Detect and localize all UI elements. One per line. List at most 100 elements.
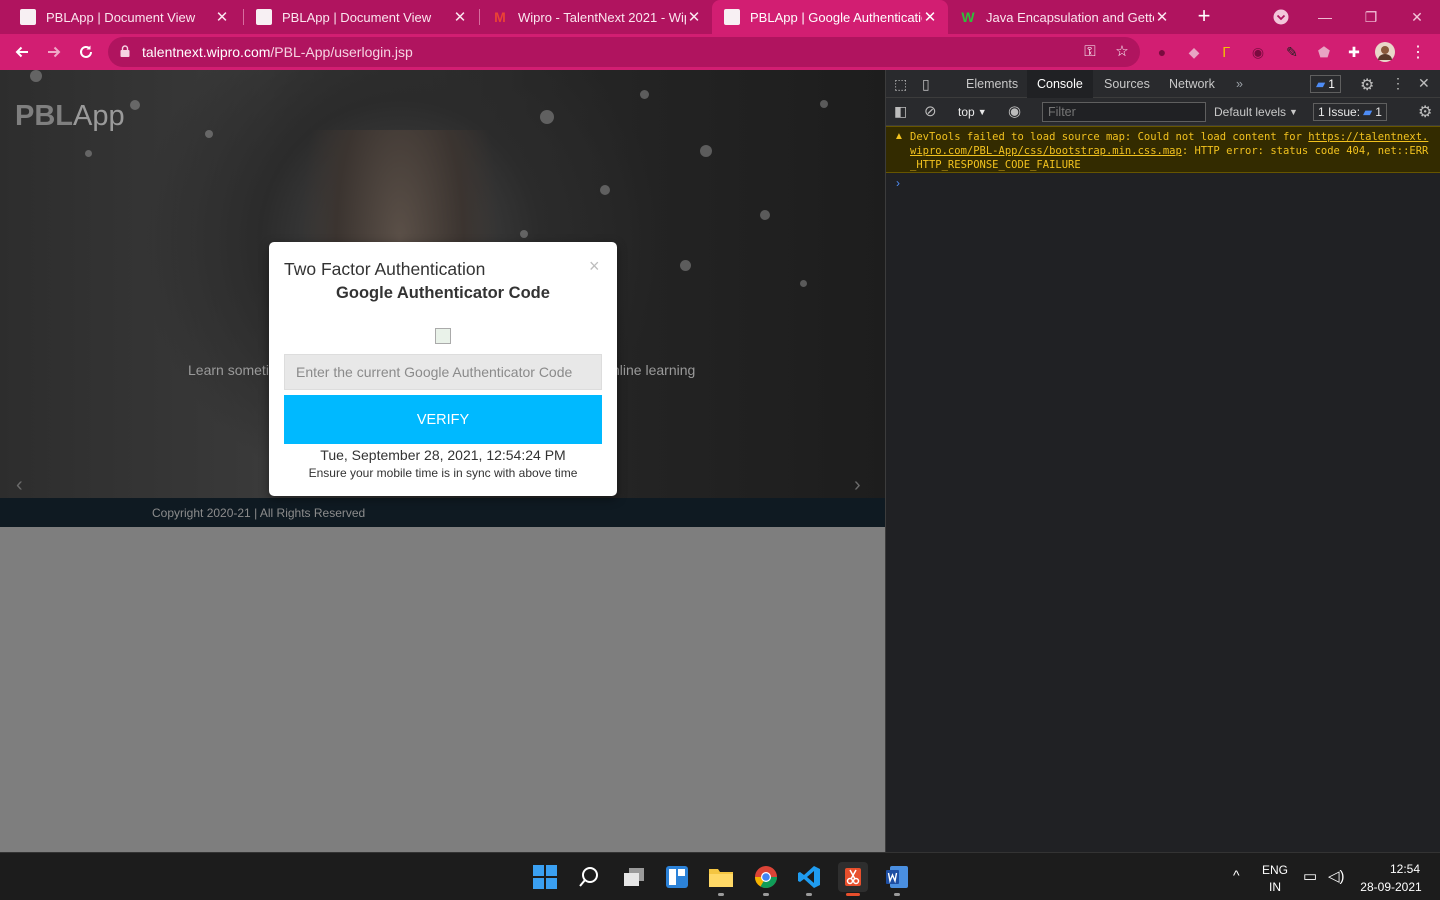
vscode-icon bbox=[798, 866, 820, 888]
console-prompt[interactable]: › bbox=[896, 176, 900, 190]
console-warning-message: ▲ DevTools failed to load source map: Co… bbox=[886, 126, 1440, 173]
running-indicator bbox=[894, 893, 900, 896]
chrome-button[interactable] bbox=[752, 863, 780, 891]
word-button[interactable] bbox=[883, 863, 911, 891]
device-toolbar-icon[interactable]: ▯ bbox=[922, 76, 930, 93]
dropdown-arrow-icon: ▼ bbox=[977, 107, 987, 117]
more-tabs-icon[interactable]: » bbox=[1226, 70, 1253, 98]
verify-button[interactable]: VERIFY bbox=[284, 395, 602, 444]
issues-counter[interactable]: 1 Issue: ▰ 1 bbox=[1313, 103, 1387, 121]
browser-tab[interactable]: M Wipro - TalentNext 2021 - Wipro ✕ bbox=[480, 0, 712, 34]
extension-icon[interactable]: ◉ bbox=[1248, 42, 1268, 62]
console-settings-icon[interactable]: ⚙ bbox=[1418, 102, 1432, 122]
windows-logo-icon bbox=[533, 865, 557, 889]
network-icon[interactable]: ▭ bbox=[1303, 867, 1317, 885]
tab-sources[interactable]: Sources bbox=[1094, 70, 1160, 98]
arrow-right-icon bbox=[48, 46, 61, 58]
close-tab-icon[interactable]: ✕ bbox=[922, 8, 938, 26]
console-filter-input[interactable] bbox=[1042, 102, 1206, 122]
browser-tab[interactable]: PBLApp | Document View ✕ bbox=[8, 0, 240, 34]
minimize-button[interactable]: — bbox=[1302, 0, 1348, 34]
modal-title: Two Factor Authentication bbox=[284, 259, 486, 279]
key-icon[interactable]: ⚿ bbox=[1080, 42, 1100, 62]
tab-console[interactable]: Console bbox=[1027, 70, 1093, 98]
forward-button[interactable] bbox=[42, 40, 66, 64]
lock-icon[interactable] bbox=[120, 45, 130, 57]
browser-tab[interactable]: W Java Encapsulation and Getters and ✕ bbox=[948, 0, 1180, 34]
close-tab-icon[interactable]: ✕ bbox=[1154, 8, 1170, 26]
inspect-element-icon[interactable]: ⬚ bbox=[894, 76, 907, 93]
start-button[interactable] bbox=[531, 863, 559, 891]
extension-icon[interactable]: ⬟ bbox=[1314, 42, 1334, 62]
widgets-button[interactable] bbox=[663, 863, 691, 891]
language-indicator[interactable]: ENG IN bbox=[1260, 863, 1290, 894]
clock[interactable]: 12:54 28-09-2021 bbox=[1358, 862, 1424, 894]
search-icon bbox=[579, 867, 598, 887]
tab-strip: PBLApp | Document View ✕ PBLApp | Docume… bbox=[0, 0, 1440, 34]
close-icon[interactable]: × bbox=[589, 256, 600, 277]
context-selector[interactable]: top ▼ bbox=[958, 103, 987, 121]
close-tab-icon[interactable]: ✕ bbox=[214, 8, 230, 26]
sidebar-toggle-icon[interactable]: ◧ bbox=[894, 103, 907, 120]
tab-elements[interactable]: Elements bbox=[956, 70, 1028, 98]
extension-icon[interactable]: ◆ bbox=[1184, 42, 1204, 62]
devtools-tab-bar: ⬚ ▯ Elements Console Sources Network » ▰… bbox=[886, 70, 1440, 98]
settings-gear-icon[interactable]: ⚙ bbox=[1360, 75, 1374, 95]
authenticator-code-input[interactable] bbox=[284, 354, 602, 390]
chrome-icon bbox=[755, 866, 777, 888]
back-button[interactable] bbox=[10, 40, 34, 64]
kebab-menu-icon[interactable]: ⋮ bbox=[1408, 42, 1428, 62]
log-levels-dropdown[interactable]: Default levels ▼ bbox=[1214, 103, 1298, 121]
kebab-menu-icon[interactable]: ⋮ bbox=[1391, 75, 1405, 92]
url-text[interactable]: talentnext.wipro.com/PBL-App/userlogin.j… bbox=[142, 44, 413, 60]
search-button[interactable] bbox=[575, 863, 603, 891]
brand-logo[interactable]: PBLApp bbox=[15, 100, 125, 133]
restore-button[interactable]: ❐ bbox=[1348, 0, 1394, 34]
close-tab-icon[interactable]: ✕ bbox=[686, 8, 702, 26]
tab-title: PBLApp | Document View bbox=[46, 9, 196, 25]
snipping-tool-button[interactable] bbox=[838, 862, 868, 892]
browser-tab[interactable]: PBLApp | Document View ✕ bbox=[244, 0, 478, 34]
issues-badge[interactable]: ▰ 1 bbox=[1310, 75, 1341, 93]
chevron-up-icon[interactable]: ^ bbox=[1233, 867, 1240, 883]
eye-icon[interactable]: ◉ bbox=[1008, 102, 1021, 120]
browser-tab-active[interactable]: PBLApp | Google Authentication ✕ bbox=[712, 0, 948, 34]
running-indicator bbox=[718, 893, 724, 896]
task-view-button[interactable] bbox=[620, 863, 648, 891]
close-tab-icon[interactable]: ✕ bbox=[452, 8, 468, 26]
extension-icon[interactable]: ᒥ bbox=[1216, 42, 1236, 62]
bookmark-star-icon[interactable]: ☆ bbox=[1112, 42, 1132, 62]
profile-avatar[interactable] bbox=[1375, 42, 1395, 62]
carousel-next-icon[interactable]: › bbox=[854, 474, 861, 497]
time-sync-hint: Ensure your mobile time is in sync with … bbox=[308, 466, 578, 480]
console-toolbar: ◧ ⊘ top▼ ◉ Default levels▼ 1 Issue:▰1 ⚙ bbox=[886, 98, 1440, 126]
w3schools-favicon: W bbox=[961, 9, 975, 25]
close-window-button[interactable]: ✕ bbox=[1394, 0, 1440, 34]
file-explorer-button[interactable] bbox=[707, 863, 735, 891]
tab-network[interactable]: Network bbox=[1159, 70, 1225, 98]
hero-tagline-end: nline learning bbox=[612, 362, 696, 378]
broken-image-icon bbox=[435, 328, 451, 344]
clear-console-icon[interactable]: ⊘ bbox=[924, 102, 937, 120]
language-code: ENG bbox=[1261, 863, 1288, 877]
tab-title: PBLApp | Google Authentication bbox=[750, 9, 922, 25]
extension-icon[interactable]: ● bbox=[1152, 42, 1172, 62]
pblapp-favicon bbox=[20, 9, 36, 25]
vscode-button[interactable] bbox=[795, 863, 823, 891]
volume-icon[interactable]: ◁) bbox=[1328, 867, 1345, 885]
reload-button[interactable] bbox=[74, 40, 98, 64]
new-tab-button[interactable]: + bbox=[1192, 5, 1216, 29]
running-indicator bbox=[806, 893, 812, 896]
close-devtools-icon[interactable]: ✕ bbox=[1418, 75, 1430, 92]
extension-icon[interactable]: ✎ bbox=[1282, 42, 1302, 62]
pblapp-favicon bbox=[256, 9, 272, 25]
carousel-prev-icon[interactable]: ‹ bbox=[16, 474, 23, 497]
running-indicator bbox=[763, 893, 769, 896]
clock-date: 28-09-2021 bbox=[1360, 880, 1422, 894]
tab-title: Java Encapsulation and Getters and bbox=[986, 9, 1154, 25]
tab-search-button[interactable] bbox=[1258, 0, 1304, 34]
dropdown-arrow-icon: ▼ bbox=[1289, 107, 1298, 117]
address-bar[interactable]: talentnext.wipro.com/PBL-App/userlogin.j… bbox=[108, 37, 1140, 67]
puzzle-icon[interactable]: ✚ bbox=[1344, 42, 1364, 62]
task-view-icon bbox=[624, 868, 644, 886]
